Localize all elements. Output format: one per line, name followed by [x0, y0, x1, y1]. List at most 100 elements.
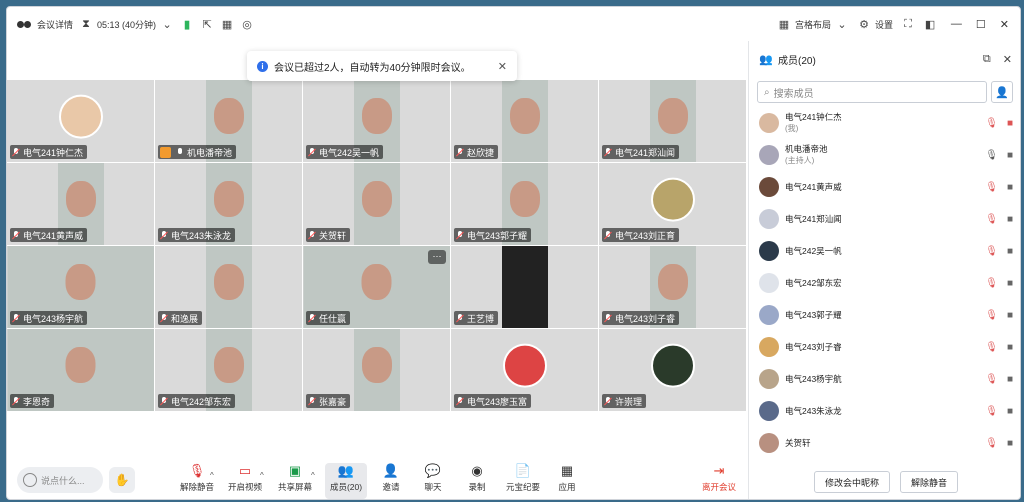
member-row[interactable]: 电气241黄声威 🎙 ■ [749, 171, 1020, 203]
member-row[interactable]: 电气243杨宇航 🎙 ■ [749, 363, 1020, 395]
avatar [759, 433, 779, 453]
hide-nonvideo-icon[interactable]: ◎ [240, 17, 254, 31]
mic-off-icon [308, 396, 316, 406]
hide-self-video-icon[interactable]: ▦ [220, 17, 234, 31]
popout-icon[interactable]: ⇱ [200, 17, 214, 31]
unmute-label: 解除静音 [179, 482, 214, 492]
start-video-button[interactable]: ▭ 开启视频 [225, 463, 265, 499]
leave-meeting-button[interactable]: ⇥ 离开会议 [697, 463, 741, 499]
speak-input[interactable]: 说点什么... [17, 467, 103, 493]
video-tile[interactable]: 任仕赢 ⋯ [303, 246, 450, 328]
video-tile[interactable]: 许崇理 [599, 329, 746, 411]
mic-off-icon: 🎙 [188, 463, 206, 478]
member-name: 电气241黄声威 [785, 182, 842, 193]
video-tile[interactable]: 王艺博 [451, 246, 598, 328]
member-name-text: 关贺轩 [785, 437, 811, 448]
search-icon: ⌕ [764, 86, 770, 98]
audio-options-chevron-icon[interactable]: ^ [210, 471, 214, 480]
member-name: 机电潘帝池 (主持人) [785, 144, 828, 166]
mic-off-icon: 🎙 [985, 277, 998, 289]
video-tile[interactable]: 电气243杨宇航 [7, 246, 154, 328]
mic-off-icon [308, 230, 316, 240]
chat-button[interactable]: 💬 聊天 [413, 463, 453, 499]
close-panel-icon[interactable]: ✕ [1003, 53, 1012, 66]
share-options-chevron-icon[interactable]: ^ [311, 471, 315, 480]
member-name-text: 电气241郑汕闻 [785, 213, 842, 224]
member-row[interactable]: 电气242吴一帆 🎙 ■ [749, 235, 1020, 267]
member-row[interactable]: 电气243刘子睿 🎙 ■ [749, 331, 1020, 363]
minimize-icon[interactable]: — [951, 18, 962, 31]
unmute-button[interactable]: 🎙 解除静音 [177, 463, 217, 499]
video-tile[interactable]: 关贺轩 [303, 163, 450, 245]
member-row[interactable]: 电气243郭子耀 🎙 ■ [749, 299, 1020, 331]
apps-button[interactable]: ▦ 应用 [547, 463, 587, 499]
member-row[interactable]: 电气243朱泳龙 🎙 ■ [749, 395, 1020, 427]
layout-dropdown[interactable]: ▦ 宫格布局 ⌄ [777, 17, 849, 31]
video-tile[interactable]: 电气243朱泳龙 [155, 163, 302, 245]
member-list: 电气241钟仁杰 (我) 🎙 ■ 机电潘帝池 (主持人) 🎙 ■ 电气241黄声威 🎙 ■ 电气241… [749, 107, 1020, 461]
signal-icon[interactable]: ▮ [180, 17, 194, 31]
participant-video [501, 80, 548, 162]
member-row[interactable]: 关贺轩 🎙 ■ [749, 427, 1020, 459]
member-row[interactable]: 电气242邹东宏 🎙 ■ [749, 267, 1020, 299]
mic-off-icon: 🎙 [985, 181, 998, 193]
maximize-icon[interactable]: ☐ [976, 18, 986, 31]
record-button[interactable]: ◉ 录制 [457, 463, 497, 499]
video-tile[interactable]: 电气243廖玉富 [451, 329, 598, 411]
emoji-icon[interactable] [23, 473, 37, 487]
video-tile[interactable]: 电气243刘子睿 [599, 246, 746, 328]
camera-icon: ■ [1006, 277, 1013, 289]
video-tile[interactable]: 机电潘帝池 [155, 80, 302, 162]
meeting-info-button[interactable]: 会议详情 [17, 18, 73, 31]
rename-button[interactable]: 修改会中昵称 [813, 471, 890, 493]
yuanbao-notes-button[interactable]: 📄 元宝纪要 [501, 463, 545, 499]
leave-label: 离开会议 [701, 482, 736, 492]
timer-label: 05:13 (40分钟) [97, 19, 157, 30]
member-name-text: 电气241黄声威 [785, 181, 842, 192]
unmute-self-button[interactable]: 解除静音 [900, 471, 959, 493]
timer-dropdown[interactable]: ⧗ 05:13 (40分钟) ⌄ [79, 17, 174, 31]
members-icon: 👥 [337, 463, 355, 478]
member-row[interactable]: 电气241钟仁杰 (我) 🎙 ■ [749, 107, 1020, 139]
fullscreen-icon[interactable]: ⛶ [901, 17, 915, 31]
video-tile[interactable]: 赵欣捷 [451, 80, 598, 162]
video-tile[interactable]: 和逸展 [155, 246, 302, 328]
member-row[interactable]: 电气241郑汕闻 🎙 ■ [749, 203, 1020, 235]
invite-button[interactable]: 👤 邀请 [371, 463, 411, 499]
host-badge-icon [160, 146, 171, 158]
popout-panel-icon[interactable]: ⧉ [983, 53, 991, 66]
info-icon: i [257, 60, 268, 72]
share-screen-button[interactable]: ▣ 共享屏幕 [275, 463, 315, 499]
member-row[interactable]: 机电潘帝池 (主持人) 🎙 ■ [749, 139, 1020, 171]
meeting-info-label: 会议详情 [37, 19, 74, 30]
more-options-icon[interactable]: ⋯ [428, 250, 446, 264]
video-tile[interactable]: 电气241黄声威 [7, 163, 154, 245]
video-tile[interactable]: 电气243郭子耀 [451, 163, 598, 245]
video-tile[interactable]: 电气242吴一帆 [303, 80, 450, 162]
mic-off-icon: 🎙 [985, 341, 998, 353]
video-tile[interactable]: 电气243刘正育 [599, 163, 746, 245]
participant-name: 电气241钟仁杰 [23, 147, 84, 158]
video-options-chevron-icon[interactable]: ^ [260, 471, 264, 480]
chevron-down-icon: ⌄ [162, 18, 172, 31]
participant-name: 电气241郑汕闻 [615, 147, 676, 158]
share-screen-label: 共享屏幕 [277, 482, 312, 492]
raise-hand-button[interactable]: ✋ [109, 467, 135, 493]
video-tile[interactable]: 电气241郑汕闻 [599, 80, 746, 162]
app-logo-icon [17, 19, 33, 29]
video-tile[interactable]: 张嘉豪 [303, 329, 450, 411]
member-search-input[interactable]: ⌕ 搜索成员 [757, 81, 987, 103]
mic-off-icon: 🎙 [985, 245, 998, 257]
participant-name-tag: 电气241郑汕闻 [602, 145, 680, 159]
video-tile[interactable]: 电气241钟仁杰 [7, 80, 154, 162]
manage-members-button[interactable]: 👤 [991, 81, 1013, 103]
avatar [759, 273, 779, 293]
sidebar-toggle-icon[interactable]: ◧ [923, 17, 937, 31]
settings-button[interactable]: ⚙ 设置 [857, 17, 893, 31]
video-tile[interactable]: 李恩奇 [7, 329, 154, 411]
close-icon[interactable]: ✕ [1000, 18, 1009, 31]
record-icon: ◉ [471, 463, 483, 478]
members-button[interactable]: 👥 成员(20) [325, 463, 367, 499]
close-notice-icon[interactable]: ✕ [498, 60, 507, 73]
video-tile[interactable]: 电气242邹东宏 [155, 329, 302, 411]
